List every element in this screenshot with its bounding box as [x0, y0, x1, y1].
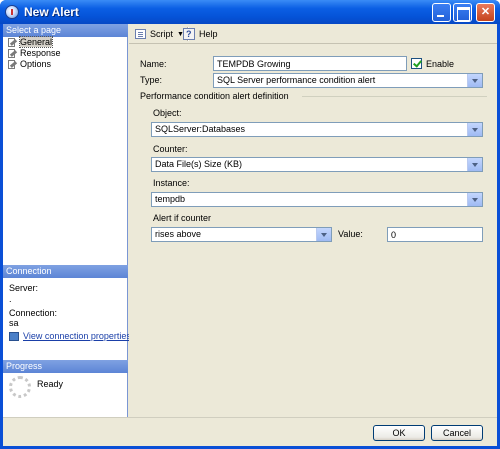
close-button[interactable]: ✕ [476, 3, 495, 22]
server-value: . [9, 294, 12, 304]
progress-status: Ready [37, 379, 64, 389]
help-icon [183, 28, 195, 41]
value-input[interactable] [387, 227, 483, 242]
minimize-button[interactable] [432, 3, 451, 22]
connection-value: sa [9, 318, 19, 328]
enable-checkbox[interactable] [411, 58, 422, 69]
server-label: Server: [9, 283, 39, 293]
progress-header: Progress [3, 360, 128, 373]
group-divider [302, 96, 487, 97]
maximize-button[interactable] [453, 3, 472, 22]
type-select-value: SQL Server performance condition alert [217, 75, 376, 85]
dialog-client: Select a page General Response Options C… [3, 24, 497, 446]
connection-header: Connection [3, 265, 128, 278]
toolbar-divider [129, 43, 497, 44]
page-item-label: General [18, 36, 54, 48]
help-label: Help [199, 29, 218, 39]
definition-group-label: Performance condition alert definition [140, 91, 289, 101]
connection-properties-icon [9, 332, 19, 341]
toolbar: Script ▼ Help [129, 24, 497, 44]
page-item-options[interactable]: Options [6, 59, 51, 70]
alert-app-icon [5, 5, 19, 19]
script-icon [135, 29, 146, 39]
script-button[interactable]: Script ▼ [135, 28, 185, 41]
window-title: New Alert [24, 5, 79, 19]
chevron-down-icon[interactable] [467, 123, 482, 136]
ok-button[interactable]: OK [373, 425, 425, 441]
chevron-down-icon[interactable] [467, 74, 482, 87]
page-item-response[interactable]: Response [6, 48, 61, 59]
alert-if-counter-value: rises above [155, 229, 202, 239]
counter-label: Counter: [153, 144, 188, 154]
script-label: Script [150, 29, 174, 39]
left-pane: Select a page General Response Options C… [3, 24, 131, 417]
select-page-header: Select a page [3, 24, 128, 37]
wrench-page-icon [6, 38, 18, 47]
object-select-value: SQLServer:Databases [155, 124, 246, 134]
instance-select-value: tempdb [155, 194, 186, 204]
counter-select[interactable]: Data File(s) Size (KB) [151, 157, 483, 172]
instance-select[interactable]: tempdb [151, 192, 483, 207]
new-alert-window: New Alert ✕ Select a page General Respon… [0, 0, 500, 449]
chevron-down-icon[interactable] [467, 158, 482, 171]
name-input[interactable] [213, 56, 407, 71]
wrench-page-icon [6, 60, 18, 69]
instance-label: Instance: [153, 178, 190, 188]
object-select[interactable]: SQLServer:Databases [151, 122, 483, 137]
progress-spinner-icon [9, 376, 31, 398]
alert-if-counter-label: Alert if counter [153, 213, 212, 223]
type-select[interactable]: SQL Server performance condition alert [213, 73, 483, 88]
connection-label: Connection: [9, 308, 58, 318]
cancel-button[interactable]: Cancel [431, 425, 483, 441]
name-label: Name: [140, 59, 167, 69]
counter-select-value: Data File(s) Size (KB) [155, 159, 243, 169]
alert-if-counter-select[interactable]: rises above [151, 227, 332, 242]
main-pane: Script ▼ Help Name: Enable Type: SQL Ser… [129, 24, 497, 417]
page-item-label: Options [20, 59, 52, 69]
dialog-button-bar: OK Cancel [3, 417, 497, 446]
help-button[interactable]: Help [183, 28, 219, 41]
wrench-page-icon [6, 49, 18, 58]
value-label: Value: [338, 229, 363, 239]
chevron-down-icon[interactable] [467, 193, 482, 206]
object-label: Object: [153, 108, 182, 118]
type-label: Type: [140, 75, 163, 85]
page-item-general[interactable]: General [6, 36, 54, 48]
view-connection-properties-label[interactable]: View connection properties [23, 331, 131, 341]
title-bar[interactable]: New Alert ✕ [0, 0, 500, 24]
chevron-down-icon[interactable] [316, 228, 331, 241]
enable-label: Enable [426, 59, 455, 69]
page-item-label: Response [20, 48, 61, 58]
